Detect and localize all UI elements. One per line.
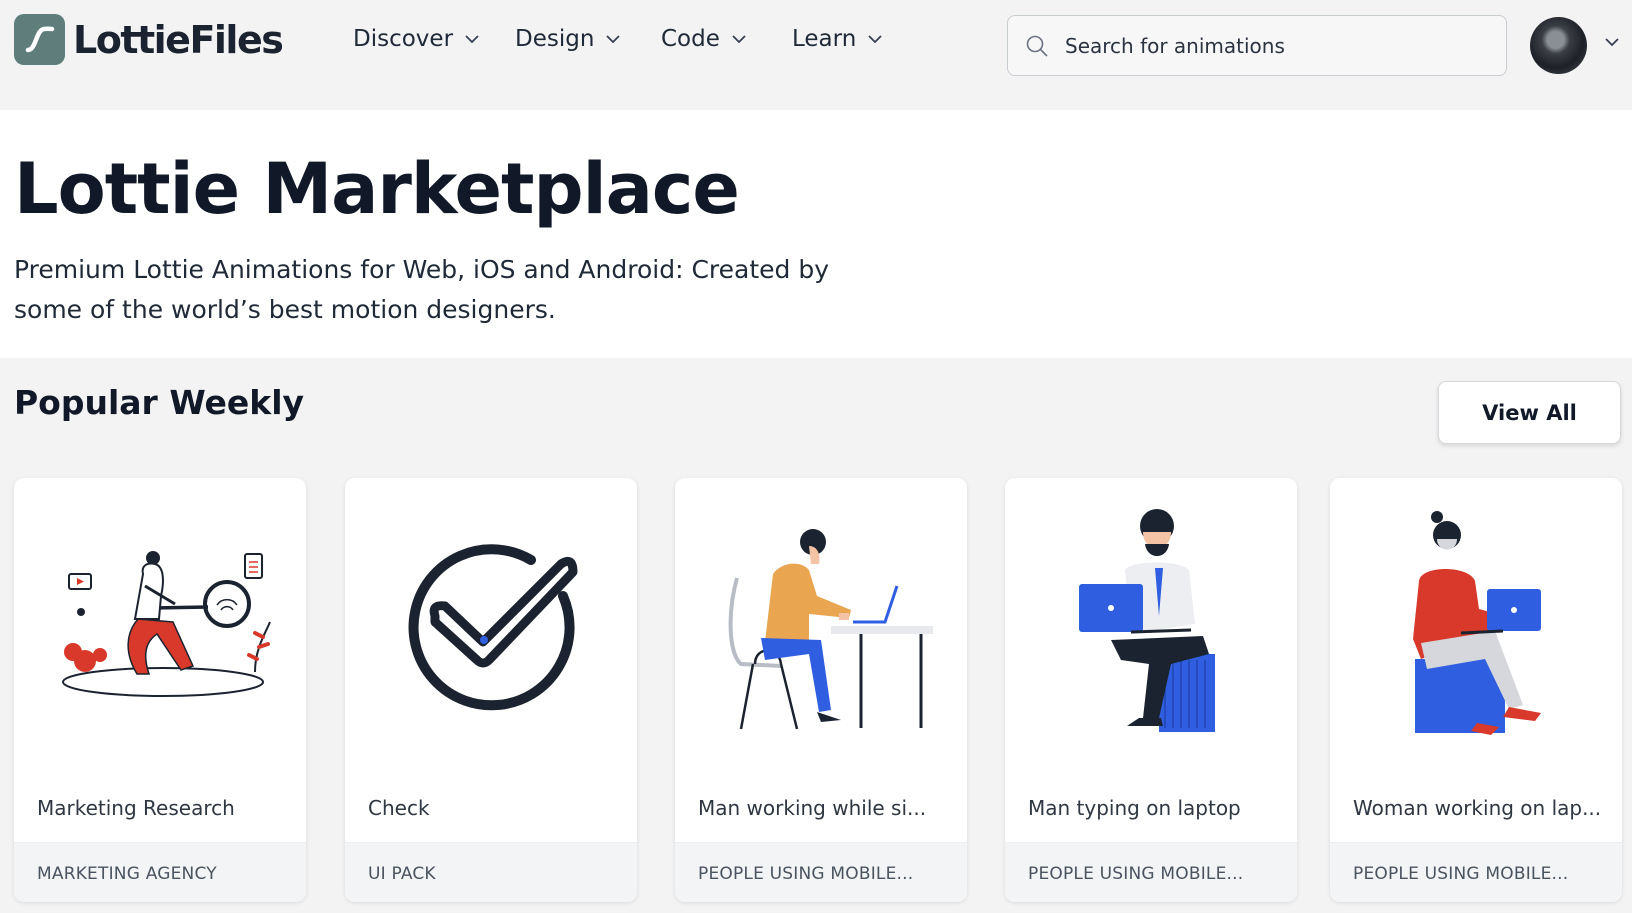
page-subtitle: Premium Lottie Animations for Web, iOS a… — [14, 255, 829, 324]
page-title: Lottie Marketplace — [14, 148, 740, 230]
chevron-down-icon — [465, 34, 479, 43]
animation-preview[interactable] — [1005, 478, 1297, 770]
nav-discover[interactable]: Discover — [353, 26, 479, 52]
animation-preview[interactable] — [345, 478, 637, 770]
animation-pack-tag[interactable]: PEOPLE USING MOBILE... — [1028, 864, 1243, 884]
lottiefiles-logo-icon — [14, 14, 65, 65]
brand-name: LottieFiles — [73, 17, 284, 62]
nav-learn[interactable]: Learn — [792, 26, 882, 52]
nav-learn-label: Learn — [792, 26, 857, 52]
animation-pack-tag[interactable]: MARKETING AGENCY — [37, 864, 217, 884]
lottiefiles-logo[interactable]: LottieFiles — [14, 14, 284, 65]
animation-preview[interactable] — [1330, 478, 1622, 770]
animation-tag-bar: UI PACK — [345, 842, 637, 902]
top-nav-bar: LottieFiles Discover Design Code Learn — [0, 0, 1632, 110]
chevron-down-icon — [606, 34, 621, 43]
animation-tag-bar: MARKETING AGENCY — [14, 842, 306, 902]
animation-pack-tag[interactable]: PEOPLE USING MOBILE... — [698, 864, 913, 884]
animation-title[interactable]: Marketing Research — [37, 796, 235, 820]
animation-pack-tag[interactable]: PEOPLE USING MOBILE... — [1353, 864, 1568, 884]
search-input[interactable] — [1065, 33, 1485, 58]
animation-tag-bar: PEOPLE USING MOBILE... — [675, 842, 967, 902]
hero-section: Lottie Marketplace Premium Lottie Animat… — [0, 110, 1632, 358]
animation-pack-tag[interactable]: UI PACK — [368, 864, 436, 884]
woman-laptop-illustration — [1413, 511, 1541, 735]
animation-preview[interactable] — [675, 478, 967, 770]
nav-code-label: Code — [661, 26, 720, 52]
marketing-research-illustration — [62, 551, 271, 697]
view-all-button[interactable]: View All — [1438, 381, 1621, 444]
animation-tag-bar: PEOPLE USING MOBILE... — [1005, 842, 1297, 902]
user-avatar[interactable] — [1530, 17, 1587, 74]
animation-title[interactable]: Man working while si... — [698, 796, 926, 820]
nav-code[interactable]: Code — [661, 26, 746, 52]
man-laptop-illustration — [1079, 509, 1215, 732]
animation-card[interactable]: Woman working on lap... PEOPLE USING MOB… — [1330, 478, 1622, 902]
nav-discover-label: Discover — [353, 26, 454, 52]
nav-design[interactable]: Design — [515, 26, 621, 52]
section-title-popular-weekly: Popular Weekly — [14, 383, 305, 422]
animation-tag-bar: PEOPLE USING MOBILE... — [1330, 842, 1622, 902]
animation-title[interactable]: Man typing on laptop — [1028, 796, 1241, 820]
search-icon — [1026, 35, 1048, 57]
search-box[interactable] — [1007, 15, 1507, 76]
chevron-down-icon — [868, 34, 882, 43]
man-desk-illustration — [728, 529, 933, 730]
animation-card[interactable]: Man typing on laptop PEOPLE USING MOBILE… — [1005, 478, 1297, 902]
nav-design-label: Design — [515, 26, 595, 52]
chevron-down-icon — [732, 34, 746, 43]
animation-card[interactable]: Check UI PACK — [345, 478, 637, 902]
chevron-down-icon[interactable] — [1605, 38, 1619, 47]
check-illustration — [408, 544, 578, 711]
animation-title[interactable]: Check — [368, 796, 430, 820]
animation-card[interactable]: Marketing Research MARKETING AGENCY — [14, 478, 306, 902]
animation-title[interactable]: Woman working on lap... — [1353, 796, 1601, 820]
animation-card[interactable]: Man working while si... PEOPLE USING MOB… — [675, 478, 967, 902]
animation-preview[interactable] — [14, 478, 306, 770]
